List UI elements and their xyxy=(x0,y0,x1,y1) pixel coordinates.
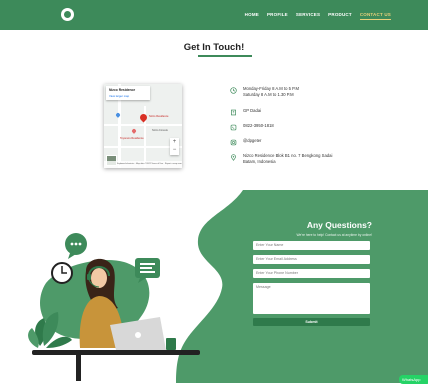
nav-contact-us[interactable]: CONTACT US xyxy=(359,12,391,20)
company-name: GP Dadai xyxy=(229,108,261,116)
nav-links: HOME PROFILE SERVICES PRODUCT CONTACT US xyxy=(245,12,391,20)
instagram-icon xyxy=(229,138,237,146)
location-pin-icon xyxy=(229,153,237,161)
hours-weekday: Monday-Friday 8 A.M to 5 P.M xyxy=(243,86,300,91)
google-map[interactable]: Nizco Residence View larger map Nizco Re… xyxy=(104,84,182,168)
whatsapp-label: WhatsApp xyxy=(402,377,421,382)
page-title: Get In Touch! xyxy=(183,42,245,53)
phone-icon xyxy=(229,123,237,131)
map-label: Nizco Residence xyxy=(149,115,169,118)
nav-profile[interactable]: PROFILE xyxy=(267,12,288,20)
nav-services[interactable]: SERVICES xyxy=(296,12,320,20)
phone-number-text[interactable]: 0822-3950-1818 xyxy=(243,123,274,129)
phone-number: 0822-3950-1818 xyxy=(229,123,274,131)
map-place-name: Nizco Residence xyxy=(109,88,136,92)
address-line-1: Nizco Residence Blok B1 no. 7 Bengkong S… xyxy=(243,153,333,158)
instagram-text[interactable]: @dpgeter xyxy=(243,138,261,144)
company-name-text: GP Dadai xyxy=(243,108,262,113)
submit-button[interactable]: Submit xyxy=(253,318,370,326)
location-marker-icon[interactable] xyxy=(138,112,149,123)
nav-product[interactable]: PRODUCT xyxy=(328,12,352,20)
form-subtitle: We're here to help! Contact us at anytim… xyxy=(296,233,372,237)
message-textarea[interactable] xyxy=(253,283,370,314)
phone-input[interactable] xyxy=(253,269,370,278)
map-label: Nizco Forests xyxy=(152,129,168,132)
poi-pin-icon xyxy=(131,128,137,134)
clock-icon xyxy=(229,86,237,94)
title-underline xyxy=(198,55,252,57)
building-icon xyxy=(229,108,237,116)
nav-home[interactable]: HOME xyxy=(245,12,259,20)
view-larger-map-link[interactable]: View larger map xyxy=(109,94,129,98)
name-input[interactable] xyxy=(253,241,370,250)
form-title: Any Questions? xyxy=(306,220,372,230)
business-hours: Monday-Friday 8 A.M to 5 P.M Saturday 8 A… xyxy=(229,86,299,97)
customer-support-illustration xyxy=(28,233,200,381)
hours-saturday: Saturday 8 A.M to 1.30 P.M xyxy=(243,91,294,97)
address: Nizco Residence Blok B1 no. 7 Bengkong S… xyxy=(229,153,332,164)
zoom-controls[interactable]: + − xyxy=(170,138,179,155)
map-footer: Keyboard shortcuts · Map data ©2022 Term… xyxy=(104,161,182,168)
map-label: Toyonuru Residence xyxy=(120,137,144,140)
navbar: HOME PROFILE SERVICES PRODUCT CONTACT US xyxy=(0,0,428,30)
instagram-handle: @dpgeter xyxy=(229,138,261,146)
address-line-2: Batam, Indonesia xyxy=(243,158,276,164)
logo-icon[interactable] xyxy=(61,8,74,21)
map-place-card: Nizco Residence View larger map xyxy=(106,86,150,100)
email-input[interactable] xyxy=(253,255,370,264)
